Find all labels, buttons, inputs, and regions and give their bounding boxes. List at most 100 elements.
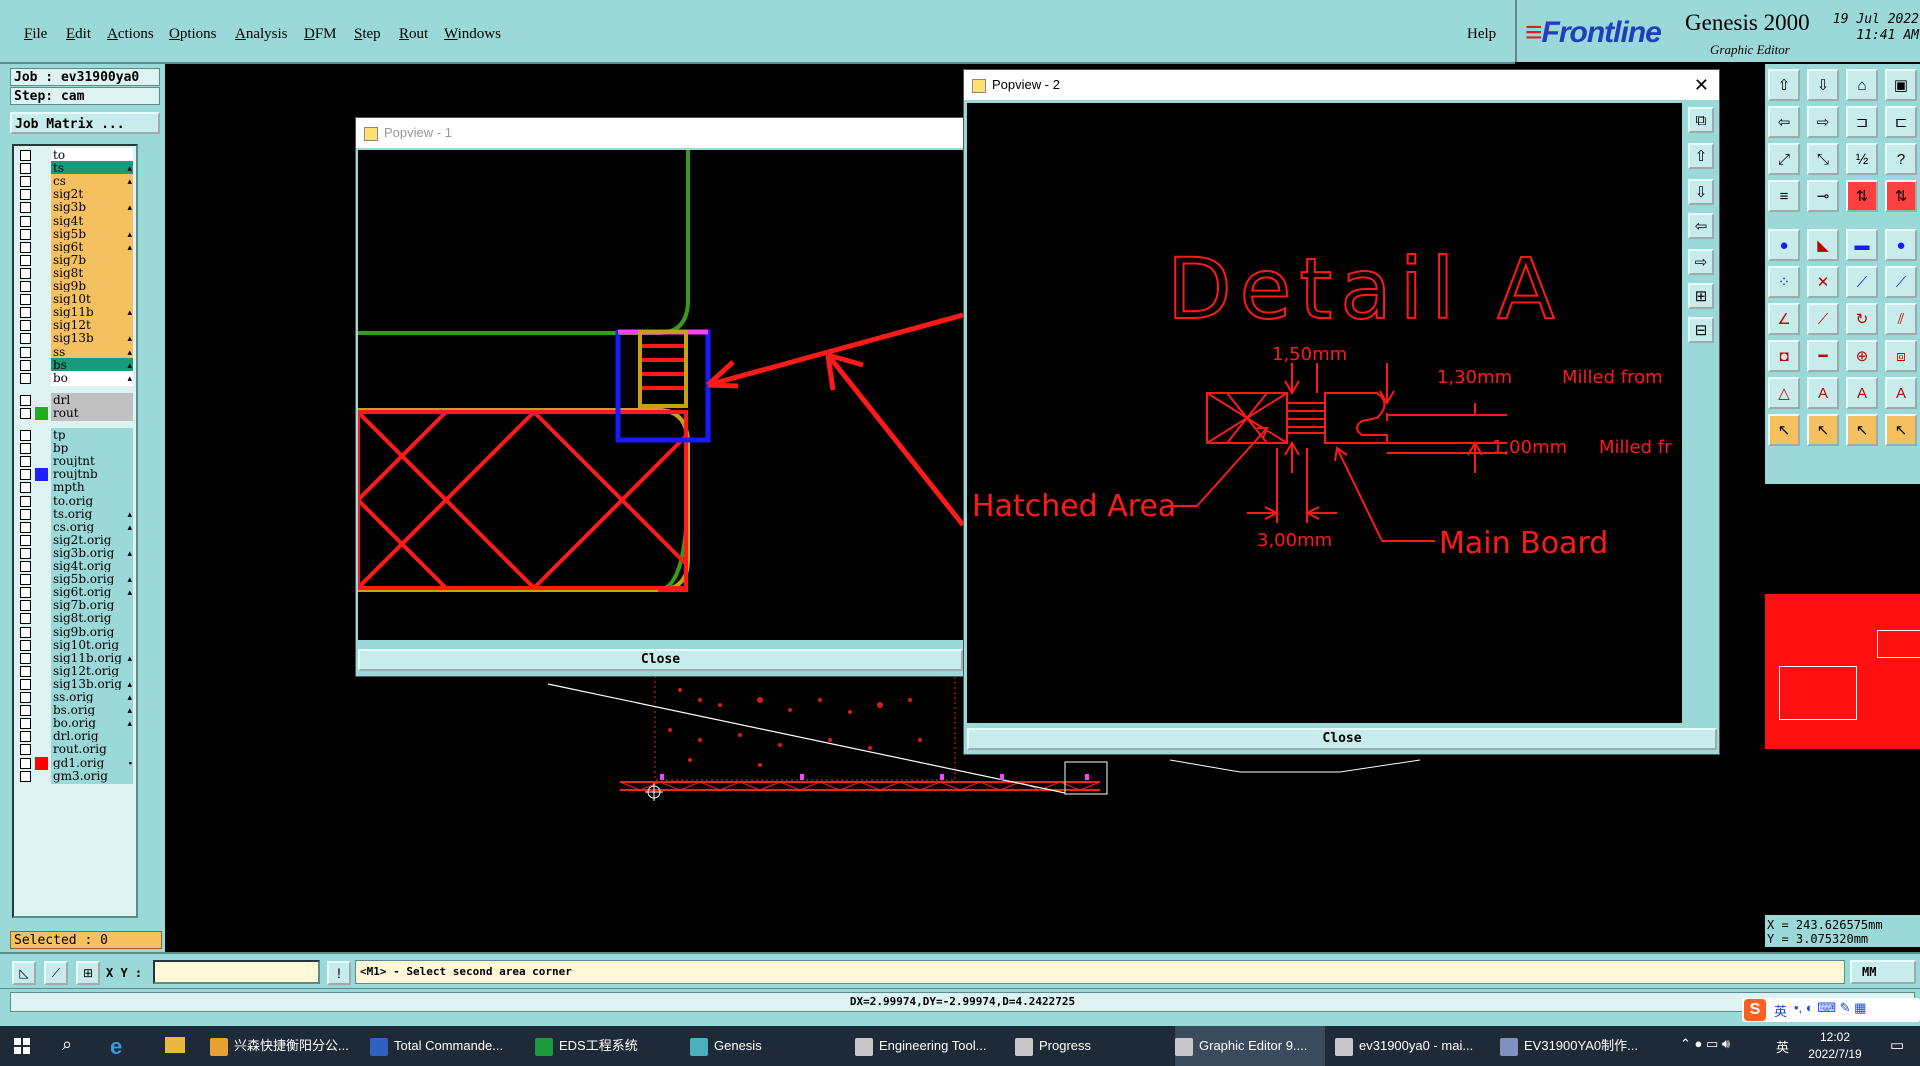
layer-checkbox[interactable]	[20, 150, 31, 161]
popview-2-close-button[interactable]: Close	[967, 728, 1717, 750]
tool-button[interactable]: ⫽	[1885, 303, 1917, 335]
layer-checkbox[interactable]	[20, 281, 31, 292]
grid-icon[interactable]: ⊞	[76, 961, 100, 985]
layer-checkbox[interactable]	[20, 613, 31, 625]
layer-checkbox[interactable]	[20, 241, 31, 253]
tool-button[interactable]: ↖	[1846, 414, 1878, 446]
tool-button[interactable]: ●	[1768, 229, 1800, 261]
tool-button[interactable]: ⁘	[1768, 266, 1800, 298]
ime-toolbar-lang[interactable]: 英	[1774, 1001, 1787, 1020]
taskbar-app[interactable]: Total Commande...	[370, 1026, 520, 1066]
tool-button[interactable]: ◘	[1768, 340, 1800, 372]
tool-button[interactable]: ✕	[1807, 266, 1839, 298]
layer-checkbox[interactable]	[20, 587, 31, 599]
tool-button[interactable]: ⇦	[1768, 106, 1800, 138]
snap-icon[interactable]: ◺	[12, 961, 36, 985]
unit-selector[interactable]: MM	[1850, 960, 1916, 984]
tool-button[interactable]: ▬	[1846, 229, 1878, 261]
tool-button[interactable]: ⌂	[1846, 69, 1878, 101]
tool-button[interactable]: A	[1885, 377, 1917, 409]
xy-input[interactable]	[153, 960, 320, 984]
taskbar-app[interactable]: Progress	[1015, 1026, 1165, 1066]
taskbar-app[interactable]: Graphic Editor 9....	[1175, 1026, 1325, 1066]
tool-button[interactable]: ⤢	[1768, 143, 1800, 175]
layer-checkbox[interactable]	[20, 534, 31, 546]
tool-button[interactable]: ⟋	[1885, 266, 1917, 298]
tool-button[interactable]: ⇅	[1885, 180, 1917, 212]
tool-button[interactable]: A	[1807, 377, 1839, 409]
browser-icon[interactable]: e	[110, 1034, 122, 1060]
tray-icons[interactable]: ⌃ ● ▭ 🔊︎	[1680, 1036, 1730, 1052]
layer-checkbox[interactable]	[20, 456, 31, 468]
layer-checkbox[interactable]	[20, 547, 31, 559]
menu-step[interactable]: Step	[354, 26, 381, 43]
menu-file[interactable]: File	[24, 26, 47, 43]
popview-1-canvas[interactable]	[358, 150, 963, 640]
tool-button[interactable]: ⤡	[1807, 143, 1839, 175]
tool-button[interactable]: ?	[1885, 143, 1917, 175]
tool-button[interactable]: ↖	[1885, 414, 1917, 446]
layer-checkbox[interactable]	[20, 705, 31, 717]
tool-button[interactable]: ≡	[1768, 180, 1800, 212]
layer-row[interactable]: rout	[14, 405, 134, 421]
menu-options[interactable]: Options	[169, 26, 217, 43]
taskbar-app[interactable]: Engineering Tool...	[855, 1026, 1005, 1066]
menu-dfm[interactable]: DFM	[304, 26, 337, 43]
layer-checkbox[interactable]	[20, 495, 31, 507]
windows-start-icon[interactable]	[14, 1038, 30, 1054]
tool-button[interactable]: ━	[1807, 340, 1839, 372]
layer-name[interactable]: bo	[51, 370, 133, 386]
layer-checkbox[interactable]	[20, 731, 31, 743]
popview-zoom-out-button[interactable]: ⊟	[1688, 317, 1714, 343]
layer-row[interactable]: gm3.orig	[14, 768, 134, 784]
layer-checkbox[interactable]	[20, 254, 31, 266]
layer-checkbox[interactable]	[20, 639, 31, 651]
tool-button[interactable]: A	[1846, 377, 1878, 409]
tool-button[interactable]: ◣	[1807, 229, 1839, 261]
layer-checkbox[interactable]	[20, 443, 31, 455]
sogou-icon[interactable]: S	[1744, 999, 1766, 1021]
info-icon[interactable]: !	[327, 961, 351, 985]
layer-checkbox[interactable]	[20, 163, 31, 175]
menu-analysis[interactable]: Analysis	[235, 26, 288, 43]
layer-checkbox[interactable]	[20, 228, 31, 240]
tool-button[interactable]: ⧈	[1885, 340, 1917, 372]
folder-icon[interactable]	[165, 1037, 185, 1053]
tool-button[interactable]: ⊸	[1807, 180, 1839, 212]
clock[interactable]: 12:02 2022/7/19	[1795, 1029, 1875, 1063]
layer-checkbox[interactable]	[20, 176, 31, 188]
layer-checkbox[interactable]	[20, 521, 31, 533]
layer-checkbox[interactable]	[20, 333, 31, 345]
taskbar-app[interactable]: ev31900ya0 - mai...	[1335, 1026, 1485, 1066]
popview-pan-right-button[interactable]: ⇨	[1688, 249, 1714, 275]
layer-checkbox[interactable]	[20, 626, 31, 638]
measure-icon[interactable]: ⟋	[44, 961, 68, 985]
layer-checkbox[interactable]	[20, 508, 31, 520]
layer-checkbox[interactable]	[20, 665, 31, 677]
layer-checkbox[interactable]	[20, 561, 31, 572]
tool-button[interactable]: ⇧	[1768, 69, 1800, 101]
tool-button[interactable]: △	[1768, 377, 1800, 409]
close-icon[interactable]: ✕	[1694, 70, 1709, 100]
layer-checkbox[interactable]	[20, 574, 31, 586]
popview-zoom-home-button[interactable]: ⧉	[1688, 107, 1714, 133]
layer-checkbox[interactable]	[20, 215, 31, 227]
popview-pan-left-button[interactable]: ⇦	[1688, 213, 1714, 239]
menu-windows[interactable]: Windows	[444, 26, 501, 43]
layer-checkbox[interactable]	[20, 678, 31, 690]
menu-edit[interactable]: Edit	[66, 26, 91, 43]
layer-checkbox[interactable]	[20, 770, 31, 782]
popview-2-canvas[interactable]: Detail A 1,50mm 1,30mm Milled from 1,00m…	[967, 103, 1682, 723]
taskbar-app[interactable]: 兴森快捷衡阳分公...	[210, 1026, 360, 1066]
taskbar-app[interactable]: Genesis	[690, 1026, 840, 1066]
popview-zoom-in-button[interactable]: ⊞	[1688, 283, 1714, 309]
tool-button[interactable]: ●	[1885, 229, 1917, 261]
tool-button[interactable]: ⟋	[1807, 303, 1839, 335]
layer-checkbox[interactable]	[20, 294, 31, 306]
layer-row[interactable]: bo ▴	[14, 370, 134, 386]
layer-checkbox[interactable]	[20, 394, 31, 406]
layer-checkbox[interactable]	[20, 482, 31, 494]
layer-checkbox[interactable]	[20, 320, 31, 332]
popview-pan-down-button[interactable]: ⇩	[1688, 179, 1714, 205]
layer-checkbox[interactable]	[20, 307, 31, 319]
